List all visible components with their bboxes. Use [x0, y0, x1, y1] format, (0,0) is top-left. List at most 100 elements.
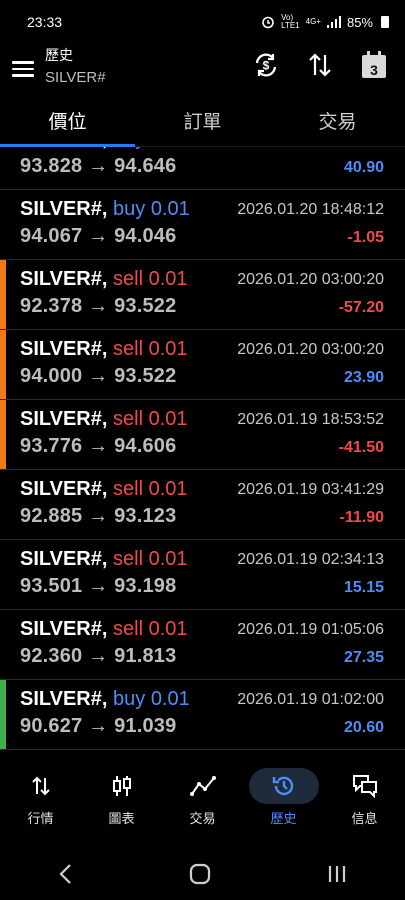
- deal-accent-bar: [0, 680, 6, 749]
- trade-line-icon: [168, 768, 238, 804]
- deal-side: sell 0.01: [113, 478, 188, 500]
- nav-messages-label: 信息: [351, 811, 378, 826]
- nav-messages[interactable]: 信息: [324, 760, 405, 832]
- deal-time: 2026.01.20 03:00:20: [237, 341, 384, 358]
- deal-side: sell 0.01: [113, 408, 188, 430]
- deal-symbol: SILVER#, sell 0.01: [20, 338, 188, 360]
- deal-prices: 92.378 → 93.522: [20, 295, 177, 317]
- deal-prices: 92.360 → 91.813: [20, 645, 177, 667]
- deal-symbol: SILVER#, buy 0.01: [20, 198, 190, 220]
- nav-quotes-label: 行情: [27, 811, 54, 826]
- tab-positions[interactable]: 價位: [0, 100, 135, 147]
- deal-profit: 20.60: [343, 719, 384, 736]
- nav-charts[interactable]: 圖表: [81, 760, 162, 832]
- deal-prices: 93.776 → 94.606: [20, 435, 177, 457]
- deal-symbol: SILVER#, sell 0.01: [20, 548, 188, 570]
- deal-row[interactable]: SILVER#, buy 0.01 90.627 → 91.039 2026.0…: [0, 680, 405, 750]
- deal-side: sell 0.01: [113, 618, 188, 640]
- deal-side: sell 0.01: [113, 338, 188, 360]
- deal-side: sell 0.01: [113, 268, 188, 290]
- history-tabs: 價位 訂單 交易: [0, 100, 405, 147]
- tab-deals[interactable]: 交易: [270, 100, 405, 146]
- nav-trade-label: 交易: [189, 811, 216, 826]
- app-bar: 歷史 SILVER# $ 3: [0, 44, 405, 96]
- deal-side: buy 0.01: [113, 198, 190, 220]
- deal-time: 2026.01.19 03:41:29: [237, 481, 384, 498]
- menu-icon[interactable]: [12, 57, 34, 79]
- volte-label: Vo) LTE1: [281, 13, 300, 30]
- deal-side: buy 0.01: [113, 688, 190, 710]
- deal-profit: 27.35: [343, 649, 384, 666]
- system-nav: [0, 848, 405, 900]
- svg-text:3: 3: [370, 62, 378, 78]
- deal-prices: 94.000 → 93.522: [20, 365, 177, 387]
- status-time: 23:33: [27, 14, 63, 30]
- deal-profit: 23.90: [343, 369, 384, 386]
- deal-prices: 93.501 → 93.198: [20, 575, 177, 597]
- deal-row[interactable]: SILVER#, sell 0.01 94.000 → 93.522 2026.…: [0, 330, 405, 400]
- page-title: 歷史: [45, 47, 73, 63]
- deal-prices: 92.885 → 93.123: [20, 505, 177, 527]
- deal-row[interactable]: SILVER#, sell 0.01 92.885 → 93.123 2026.…: [0, 470, 405, 540]
- deal-row[interactable]: SILVER#, sell 0.01 92.378 → 93.522 2026.…: [0, 260, 405, 330]
- deal-time: 2026.01.19 01:05:06: [237, 621, 384, 638]
- deal-row[interactable]: SILVER#, sell 0.01 93.776 → 94.606 2026.…: [0, 400, 405, 470]
- deal-time: 2026.01.19 18:53:52: [237, 411, 384, 428]
- deal-row[interactable]: SILVER#, sell 0.01 93.501 → 93.198 2026.…: [0, 540, 405, 610]
- back-icon[interactable]: [56, 862, 76, 886]
- bottom-nav: 行情 圖表 交易 歷史 信息: [0, 760, 405, 832]
- deal-prices: 93.828 → 94.646: [20, 155, 177, 177]
- deal-symbol: SILVER#, sell 0.01: [20, 478, 188, 500]
- deal-row[interactable]: SILVER#, buy 0.01 94.067 → 94.046 2026.0…: [0, 190, 405, 260]
- battery-icon: [381, 16, 389, 28]
- battery-percent: 85%: [346, 14, 373, 30]
- sort-icon[interactable]: [305, 50, 335, 80]
- nav-history[interactable]: 歷史: [243, 760, 324, 832]
- svg-text:$: $: [263, 59, 270, 73]
- deal-profit: -57.20: [338, 299, 384, 316]
- deal-prices: 90.627 → 91.039: [20, 715, 177, 737]
- deal-profit: -11.90: [339, 509, 384, 526]
- deal-symbol: SILVER#, sell 0.01: [20, 408, 188, 430]
- deal-profit: 40.90: [343, 159, 384, 176]
- deal-side: buy 0.01: [113, 147, 190, 150]
- deal-side: sell 0.01: [113, 548, 188, 570]
- currency-sync-icon[interactable]: $: [251, 50, 281, 80]
- deal-time: 2026.01.20 03:00:20: [237, 271, 384, 288]
- nav-trade[interactable]: 交易: [162, 760, 243, 832]
- recents-icon[interactable]: [325, 862, 349, 886]
- title-block: 歷史 SILVER#: [45, 45, 106, 86]
- home-icon[interactable]: [188, 862, 212, 886]
- calendar-icon[interactable]: 3: [359, 50, 389, 80]
- messages-icon: [330, 768, 400, 804]
- network-type: 4G+: [305, 17, 321, 26]
- history-list[interactable]: SILVER#, buy 0.01 93.828 → 94.646 40.90 …: [0, 147, 405, 750]
- nav-history-label: 歷史: [270, 811, 297, 826]
- deal-profit: 15.15: [343, 579, 384, 596]
- candlestick-chart-icon: [87, 768, 157, 804]
- deal-prices: 94.067 → 94.046: [20, 225, 177, 247]
- deal-profit: -41.50: [338, 439, 384, 456]
- deal-row[interactable]: SILVER#, sell 0.01 92.360 → 91.813 2026.…: [0, 610, 405, 680]
- deal-symbol: SILVER#, sell 0.01: [20, 268, 188, 290]
- signal-icon: [326, 16, 341, 28]
- deal-time: 2026.01.20 18:48:12: [237, 201, 384, 218]
- deal-symbol: SILVER#, sell 0.01: [20, 618, 188, 640]
- deal-symbol: SILVER#, buy 0.01: [20, 688, 190, 710]
- alarm-icon: [262, 16, 274, 29]
- symbol-subtitle: SILVER#: [45, 69, 106, 86]
- nav-charts-label: 圖表: [108, 811, 135, 826]
- deal-time: 2026.01.19 01:02:00: [237, 691, 384, 708]
- deal-time: 2026.01.19 02:34:13: [237, 551, 384, 568]
- tab-orders[interactable]: 訂單: [135, 100, 270, 146]
- deal-row[interactable]: SILVER#, buy 0.01 93.828 → 94.646 40.90: [0, 147, 405, 190]
- deal-accent-bar: [0, 330, 6, 399]
- status-bar: 23:33 Vo) LTE1 4G+ 85%: [0, 0, 405, 44]
- deal-accent-bar: [0, 260, 6, 329]
- nav-quotes[interactable]: 行情: [0, 760, 81, 832]
- quotes-arrows-icon: [6, 768, 76, 804]
- deal-symbol: SILVER#, buy 0.01: [20, 147, 190, 151]
- status-icons: Vo) LTE1 4G+ 85%: [261, 14, 389, 30]
- deal-accent-bar: [0, 400, 6, 469]
- history-clock-icon: [248, 768, 319, 804]
